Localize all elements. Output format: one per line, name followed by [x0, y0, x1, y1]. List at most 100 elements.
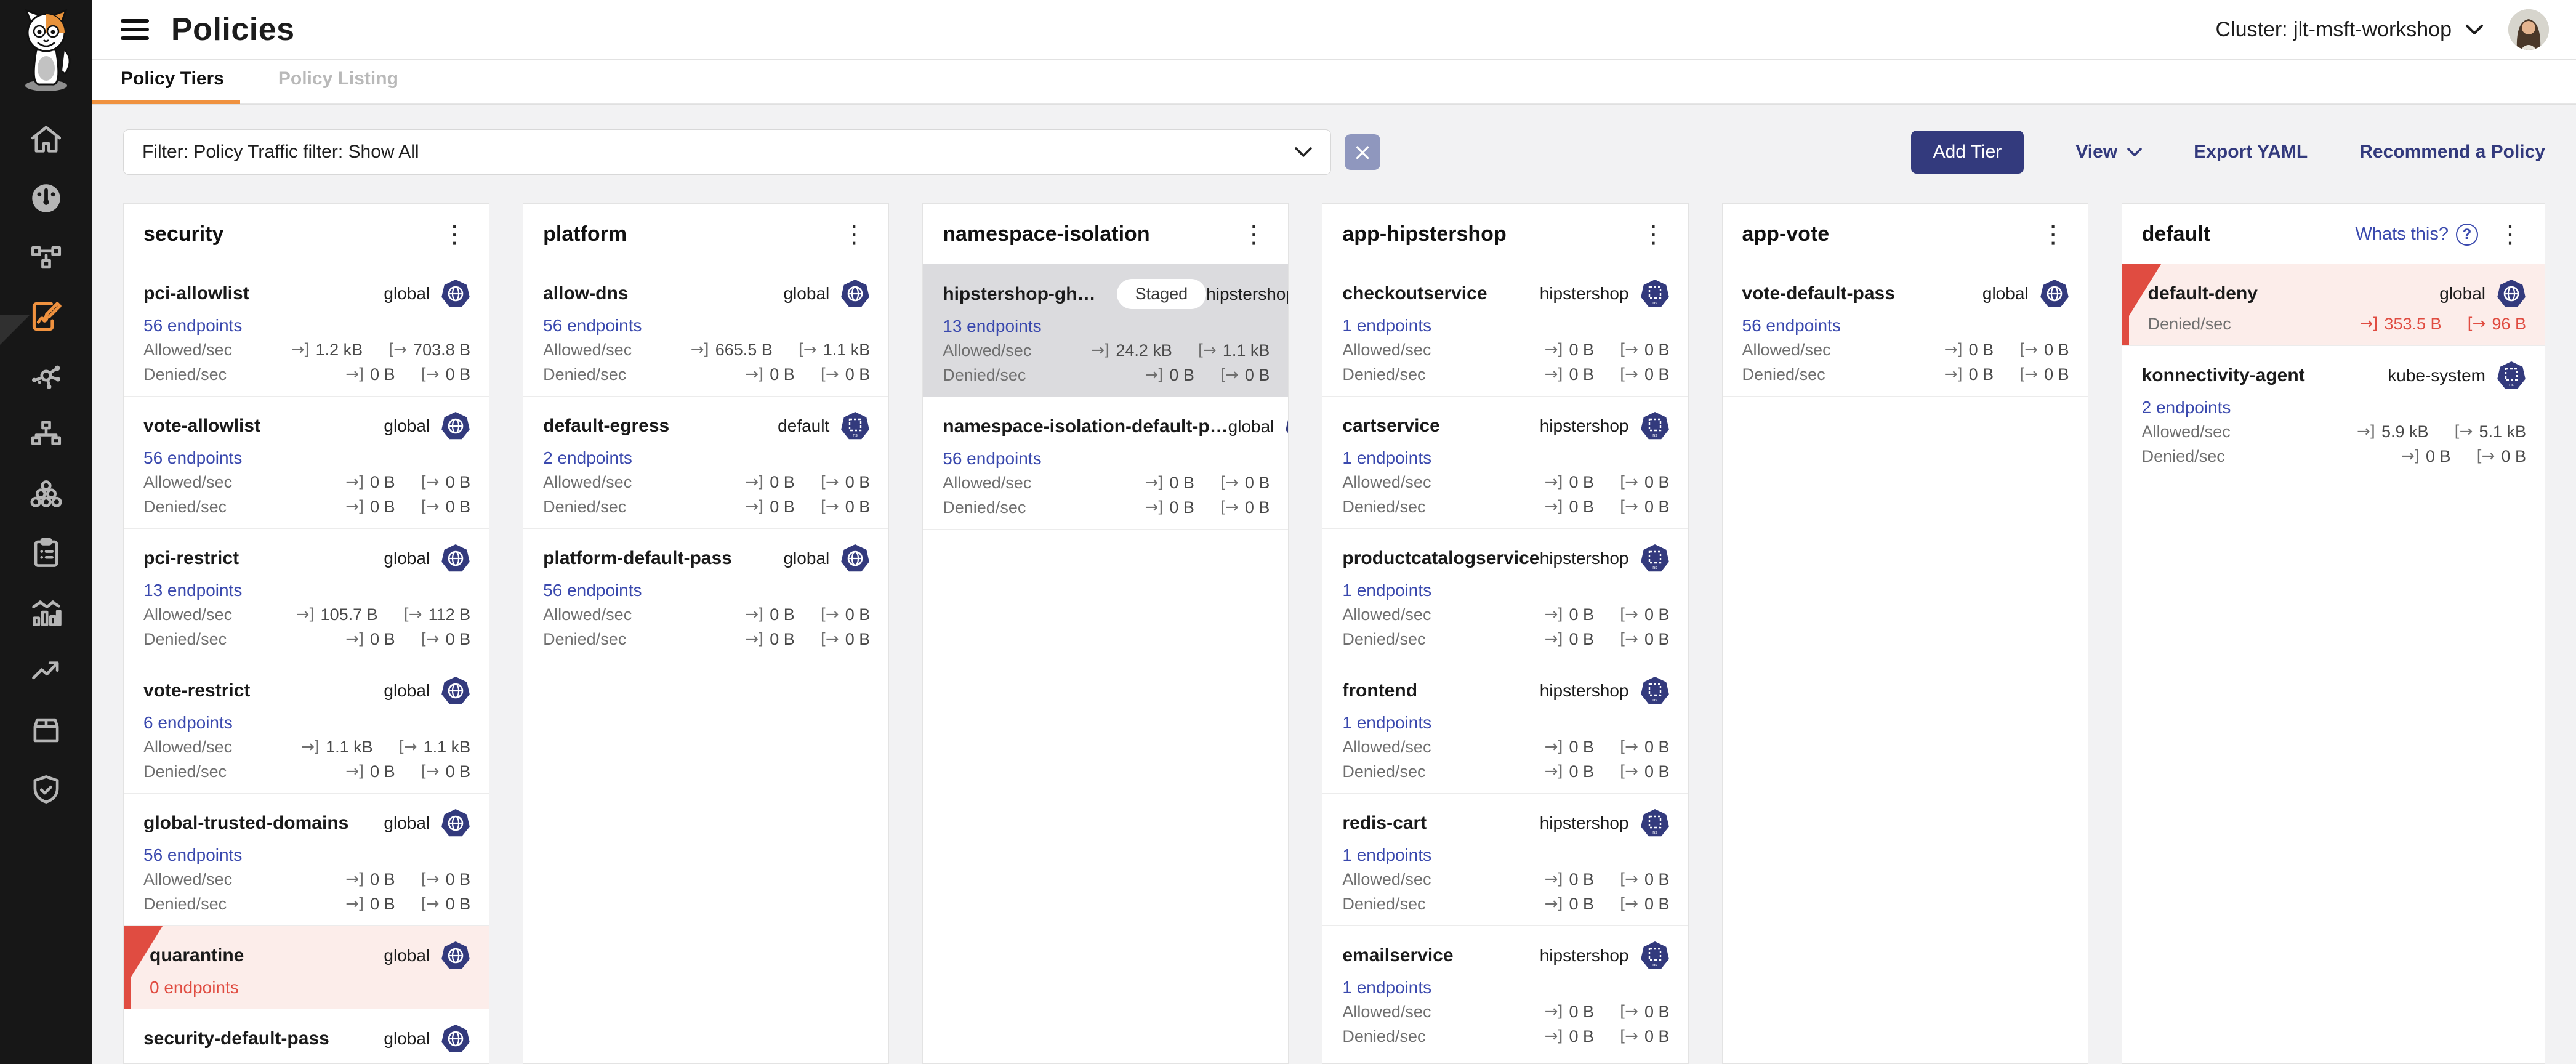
policy-card[interactable]: default-egressdefaultns2 endpointsAllowe…: [523, 397, 888, 529]
stat-values: →]105.7 B[→112 B: [296, 605, 471, 624]
policy-card[interactable]: emailservicehipstershopns1 endpointsAllo…: [1322, 926, 1688, 1058]
sidebar-item-trending-up-icon[interactable]: [0, 642, 92, 701]
clear-filter-button[interactable]: ×: [1345, 134, 1380, 170]
policy-card[interactable]: namespace-isolation-default-p…global56 e…: [923, 397, 1288, 530]
endpoints-link[interactable]: 1 endpoints: [1342, 713, 1431, 732]
export-yaml-link[interactable]: Export YAML: [2194, 142, 2308, 163]
policy-card[interactable]: default-denyglobalDenied/sec→]353.5 B[→9…: [2122, 264, 2545, 346]
traffic-stat-row: Denied/sec→]0 B[→0 B: [543, 365, 870, 384]
endpoints-link[interactable]: 1 endpoints: [1342, 845, 1431, 864]
policy-card[interactable]: frontendhipstershopns1 endpointsAllowed/…: [1322, 661, 1688, 794]
endpoints-link[interactable]: 2 endpoints: [543, 448, 632, 467]
tier-menu-kebab-icon[interactable]: ⋮: [1238, 224, 1270, 246]
stat-in-value: 0 B: [370, 762, 395, 781]
hamburger-menu-icon[interactable]: [121, 19, 149, 40]
policy-card[interactable]: cartservicehipstershopns1 endpointsAllow…: [1322, 397, 1688, 529]
add-tier-button[interactable]: Add Tier: [1911, 131, 2024, 174]
scope-label: hipstershop: [1206, 284, 1289, 304]
egress-icon: [→: [1220, 474, 1238, 492]
tab-policy-tiers[interactable]: Policy Tiers: [121, 68, 224, 104]
stat-out: [→0 B: [1620, 341, 1669, 360]
traffic-stat-row: Denied/sec→]0 B[→0 B: [543, 630, 870, 648]
endpoints-link[interactable]: 6 endpoints: [143, 713, 233, 732]
egress-icon: [→: [2455, 422, 2472, 441]
recommend-policy-link[interactable]: Recommend a Policy: [2359, 142, 2545, 163]
policy-card[interactable]: pci-allowlistglobal56 endpointsAllowed/s…: [124, 264, 489, 397]
endpoints-link[interactable]: 56 endpoints: [543, 316, 642, 334]
endpoints-link[interactable]: 56 endpoints: [143, 316, 242, 334]
ingress-icon: →]: [1545, 498, 1562, 516]
tier-menu-kebab-icon[interactable]: ⋮: [2494, 224, 2526, 246]
tier-menu-kebab-icon[interactable]: ⋮: [1638, 224, 1670, 246]
policy-card[interactable]: quarantineglobal0 endpoints: [124, 926, 489, 1009]
policy-card[interactable]: platform-default-passglobal56 endpointsA…: [523, 529, 888, 661]
endpoints-link[interactable]: 1 endpoints: [1342, 581, 1431, 599]
sidebar-item-timeline-stats-icon[interactable]: [0, 582, 92, 642]
endpoints-link[interactable]: 56 endpoints: [543, 581, 642, 599]
policy-traffic-filter[interactable]: Filter: Policy Traffic filter: Show All: [123, 129, 1331, 175]
sidebar-item-image-package-icon[interactable]: [0, 701, 92, 760]
stat-values: →]353.5 B[→96 B: [2359, 315, 2526, 334]
namespace-scope-icon: ns: [1640, 279, 1670, 308]
stat-in: →]0 B: [345, 498, 395, 517]
endpoints-link[interactable]: 56 endpoints: [143, 448, 242, 467]
policy-card[interactable]: pci-restrictglobal13 endpointsAllowed/se…: [124, 529, 489, 661]
tier-menu-kebab-icon[interactable]: ⋮: [2037, 224, 2069, 246]
policy-card[interactable]: checkoutservicehipstershopns1 endpointsA…: [1322, 264, 1688, 397]
stat-in-value: 0 B: [1569, 498, 1595, 517]
endpoints-link[interactable]: 56 endpoints: [943, 449, 1041, 467]
policy-card[interactable]: vote-restrictglobal6 endpointsAllowed/se…: [124, 661, 489, 794]
tier-menu-kebab-icon[interactable]: ⋮: [438, 224, 470, 246]
global-scope-icon: [840, 279, 870, 308]
stat-in-value: 0 B: [770, 473, 795, 492]
endpoints-link[interactable]: 1 endpoints: [1342, 448, 1431, 467]
endpoints-link[interactable]: 1 endpoints: [1342, 316, 1431, 334]
policy-scope: global: [784, 544, 871, 573]
tier-header-actions: ⋮: [438, 224, 470, 246]
endpoints-link[interactable]: 0 endpoints: [150, 978, 239, 996]
sidebar-item-service-graph-icon[interactable]: [0, 228, 92, 287]
sidebar-item-workload-cluster-icon[interactable]: [0, 464, 92, 523]
sidebar-item-shield-check-icon[interactable]: [0, 760, 92, 819]
policy-card[interactable]: redis-carthipstershopns1 endpointsAllowe…: [1322, 794, 1688, 926]
endpoints-link[interactable]: 1 endpoints: [1342, 978, 1431, 996]
sidebar-item-compliance-clipboard-icon[interactable]: [0, 523, 92, 582]
policy-card[interactable]: global-trusted-domainsglobal56 endpoints…: [124, 794, 489, 926]
stat-out: [→0 B: [1620, 1027, 1669, 1046]
policy-card[interactable]: konnectivity-agentkube-systemns2 endpoin…: [2122, 346, 2545, 478]
policy-card[interactable]: hipstershop-gh…Stagedhipstershopns13 end…: [923, 264, 1288, 397]
sidebar-item-policies-icon[interactable]: [0, 287, 92, 346]
policy-card[interactable]: productcatalogservicehipstershopns1 endp…: [1322, 529, 1688, 661]
view-dropdown[interactable]: View: [2075, 142, 2142, 163]
traffic-stat-row: Allowed/sec→]665.5 B[→1.1 kB: [543, 341, 870, 359]
tab-policy-listing[interactable]: Policy Listing: [278, 68, 398, 104]
stat-values: →]0 B[→0 B: [1545, 870, 1670, 889]
sidebar-item-home-icon[interactable]: [0, 110, 92, 169]
ingress-icon: →]: [1545, 895, 1562, 913]
policy-scope: hipstershopns: [1206, 280, 1289, 309]
endpoints-link[interactable]: 13 endpoints: [143, 581, 242, 599]
stat-in: →]0 B: [1545, 738, 1594, 757]
calico-cat-logo[interactable]: [0, 0, 92, 99]
endpoints-link[interactable]: 56 endpoints: [1742, 316, 1841, 334]
sidebar-item-flow-nodes-icon[interactable]: [0, 346, 92, 405]
endpoints-link[interactable]: 13 endpoints: [943, 316, 1041, 335]
stat-out: [→0 B: [821, 365, 870, 384]
sidebar-item-dashboard-gauge-icon[interactable]: [0, 169, 92, 228]
user-avatar[interactable]: [2508, 9, 2549, 50]
svg-text:ns: ns: [1652, 433, 1657, 438]
cluster-selector[interactable]: Cluster: jlt-msft-workshop: [2215, 18, 2484, 42]
policy-card[interactable]: vote-allowlistglobal56 endpointsAllowed/…: [124, 397, 489, 529]
whats-this-link[interactable]: Whats this??: [2355, 224, 2478, 246]
policy-card[interactable]: vote-default-passglobal56 endpointsAllow…: [1723, 264, 2088, 397]
policy-card[interactable]: allow-dnsglobal56 endpointsAllowed/sec→]…: [523, 264, 888, 397]
policy-card[interactable]: security-default-passglobal: [124, 1009, 489, 1064]
endpoints-link[interactable]: 56 endpoints: [143, 845, 242, 864]
tier-menu-kebab-icon[interactable]: ⋮: [838, 224, 870, 246]
endpoints-link[interactable]: 2 endpoints: [2142, 398, 2231, 416]
stat-in-value: 0 B: [770, 630, 795, 649]
stat-label: Denied/sec: [543, 365, 626, 384]
sidebar-item-hosts-tree-icon[interactable]: [0, 405, 92, 464]
sidebar: [0, 0, 92, 1064]
stat-values: →]0 B[→0 B: [1545, 473, 1670, 492]
